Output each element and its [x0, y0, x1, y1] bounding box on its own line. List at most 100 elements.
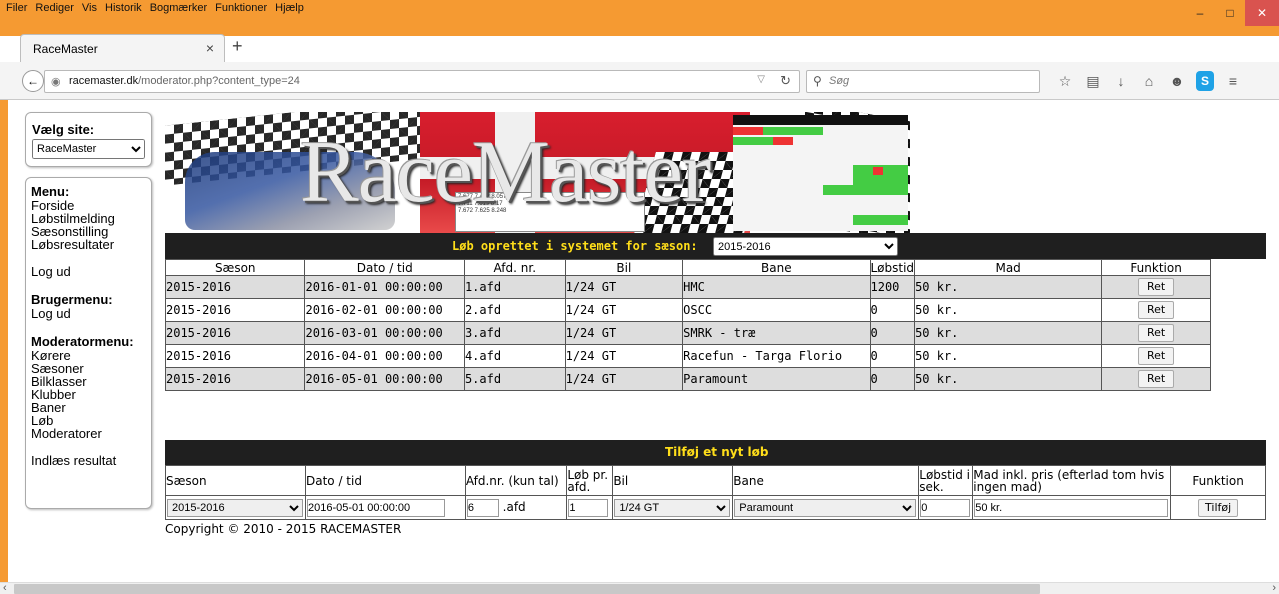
add-h-bane: Bane: [732, 465, 920, 496]
col-lobstid: Løbstid: [869, 259, 916, 276]
window-border: [0, 100, 8, 582]
maximize-icon[interactable]: □: [1215, 0, 1245, 26]
url-dropdown-icon[interactable]: ▽: [757, 74, 765, 85]
cell-tid: 0: [869, 321, 916, 345]
add-race-form: Sæson Dato / tid Afd.nr. (kun tal) Løb p…: [165, 465, 1266, 520]
cell-bane: HMC: [682, 275, 871, 299]
horizontal-scrollbar[interactable]: ‹ ›: [0, 582, 1279, 594]
cell-funktion: Ret: [1101, 275, 1211, 299]
cell-season: 2015-2016: [164, 298, 306, 322]
back-button-icon[interactable]: ←: [22, 70, 44, 92]
scroll-left-icon[interactable]: ‹: [3, 582, 7, 594]
edit-race-button[interactable]: Ret: [1138, 278, 1175, 296]
scroll-right-icon[interactable]: ›: [1272, 582, 1276, 594]
sidebar-item-user-logout[interactable]: Log ud: [31, 307, 146, 320]
edit-race-button[interactable]: Ret: [1138, 324, 1175, 342]
reading-list-icon[interactable]: ▤: [1084, 71, 1102, 91]
skype-icon[interactable]: S: [1196, 71, 1214, 91]
cell-mad: 50 kr.: [914, 344, 1103, 368]
sidebar-item-import-result[interactable]: Indlæs resultat: [31, 454, 146, 467]
site-selector-box: Vælg site: RaceMaster: [25, 112, 152, 167]
season-select[interactable]: 2015-2016: [713, 237, 898, 256]
new-tab-icon[interactable]: +: [232, 36, 243, 57]
sidebar-menu: Menu: Forside Løbstilmelding Sæsonstilli…: [25, 177, 152, 509]
racemaster-banner: 7.677 7.472 8.057 7.711 7.619 8.17 7.672 7…: [165, 112, 910, 233]
edit-race-button[interactable]: Ret: [1138, 347, 1175, 365]
table-row: 2015-2016 2016-03-01 00:00:00 3.afd 1/24 GT…: [164, 321, 1211, 345]
add-bil-select[interactable]: 1/24 GT: [614, 498, 731, 517]
table-row: 2015-2016 2016-01-01 00:00:00 1.afd 1/24 GT…: [164, 275, 1211, 299]
download-icon[interactable]: ↓: [1112, 71, 1130, 91]
sidebar-item-lobsresultater[interactable]: Løbsresultater: [31, 238, 146, 251]
menu-items: Filer Rediger Vis Historik Bogmærker Funktion…: [6, 2, 304, 14]
minimize-icon[interactable]: –: [1185, 0, 1215, 26]
cell-bil: 1/24 GT: [564, 344, 684, 368]
menu-heading: Menu:: [31, 184, 70, 199]
add-lob-input[interactable]: [568, 498, 609, 517]
site-selector-title: Vælg site:: [32, 122, 95, 137]
col-afd: Afd. nr.: [463, 259, 566, 276]
menu-0[interactable]: Filer: [6, 2, 27, 14]
menu-5[interactable]: Funktioner: [215, 2, 267, 14]
site-info-icon[interactable]: ◉: [51, 75, 61, 88]
table-row: 2015-2016 2016-02-01 00:00:00 2.afd 1/24 GT…: [164, 298, 1211, 322]
cell-season: 2015-2016: [164, 367, 306, 391]
add-race-button[interactable]: Tilføj: [1198, 498, 1239, 517]
cell-date: 2016-02-01 00:00:00: [304, 298, 465, 322]
cell-bil: 1/24 GT: [564, 321, 684, 345]
races-table: Sæson Dato / tid Afd. nr. Bil Bane Løbst…: [164, 259, 1211, 391]
add-h-lob: Løb pr. afd.: [566, 465, 614, 496]
add-mad-input[interactable]: [974, 498, 1169, 517]
races-header-bar: Løb oprettet i systemet for sæson: 2015-…: [165, 233, 1266, 259]
add-h-bil: Bil: [612, 465, 734, 496]
add-afd-input[interactable]: [466, 498, 499, 517]
add-h-tid: Løbstid i sek.: [918, 465, 974, 496]
cell-date: 2016-05-01 00:00:00: [304, 367, 465, 391]
reload-icon[interactable]: ↻: [780, 73, 791, 89]
chat-icon[interactable]: ☻: [1168, 71, 1186, 91]
add-form-header-row: Sæson Dato / tid Afd.nr. (kun tal) Løb p…: [165, 465, 1266, 496]
moderator-menu-heading: Moderatormenu:: [31, 334, 134, 349]
menu-1[interactable]: Rediger: [35, 2, 74, 14]
url-text: racemaster.dk/moderator.php?content_type…: [69, 75, 300, 87]
home-icon[interactable]: ⌂: [1140, 71, 1158, 91]
cell-funktion: Ret: [1101, 344, 1211, 368]
add-h-afd: Afd.nr. (kun tal): [464, 465, 568, 496]
add-h-date: Dato / tid: [304, 465, 466, 496]
cell-season: 2015-2016: [164, 344, 306, 368]
menu-3[interactable]: Historik: [105, 2, 142, 14]
site-select[interactable]: RaceMaster: [32, 139, 145, 159]
col-season: Sæson: [164, 259, 306, 276]
cell-afd: 5.afd: [463, 367, 566, 391]
url-bar[interactable]: ◉ racemaster.dk/moderator.php?content_ty…: [44, 70, 800, 93]
tab-close-icon[interactable]: ×: [206, 40, 214, 56]
edit-race-button[interactable]: Ret: [1138, 370, 1175, 388]
races-header-row: Sæson Dato / tid Afd. nr. Bil Bane Løbst…: [164, 259, 1211, 276]
menu-2[interactable]: Vis: [82, 2, 97, 14]
cell-funktion: Ret: [1101, 321, 1211, 345]
scroll-thumb[interactable]: [14, 584, 1040, 594]
menu-6[interactable]: Hjælp: [275, 2, 304, 14]
col-funktion: Funktion: [1101, 259, 1211, 276]
add-season-select[interactable]: 2015-2016: [167, 498, 303, 517]
cell-bil: 1/24 GT: [564, 298, 684, 322]
sidebar-item-moderatorer[interactable]: Moderatorer: [31, 427, 146, 440]
add-bane-select[interactable]: Paramount: [734, 498, 917, 517]
add-date-input[interactable]: [306, 498, 445, 517]
afd-suffix: .afd: [502, 499, 526, 514]
search-input[interactable]: ⚲ Søg: [806, 70, 1040, 93]
add-h-funktion: Funktion: [1170, 465, 1266, 496]
add-lobstid-input[interactable]: [920, 498, 971, 517]
cell-funktion: Ret: [1101, 298, 1211, 322]
hamburger-menu-icon[interactable]: ≡: [1224, 71, 1242, 91]
cell-bane: SMRK - træ: [682, 321, 871, 345]
browser-tab[interactable]: RaceMaster ×: [20, 34, 225, 62]
close-window-icon[interactable]: ✕: [1245, 0, 1279, 26]
edit-race-button[interactable]: Ret: [1138, 301, 1175, 319]
col-bil: Bil: [564, 259, 684, 276]
bookmark-star-icon[interactable]: ☆: [1056, 71, 1074, 91]
sidebar-item-logout[interactable]: Log ud: [31, 265, 146, 278]
cell-bane: Racefun - Targa Florio: [682, 344, 871, 368]
cell-mad: 50 kr.: [914, 367, 1103, 391]
menu-4[interactable]: Bogmærker: [150, 2, 207, 14]
